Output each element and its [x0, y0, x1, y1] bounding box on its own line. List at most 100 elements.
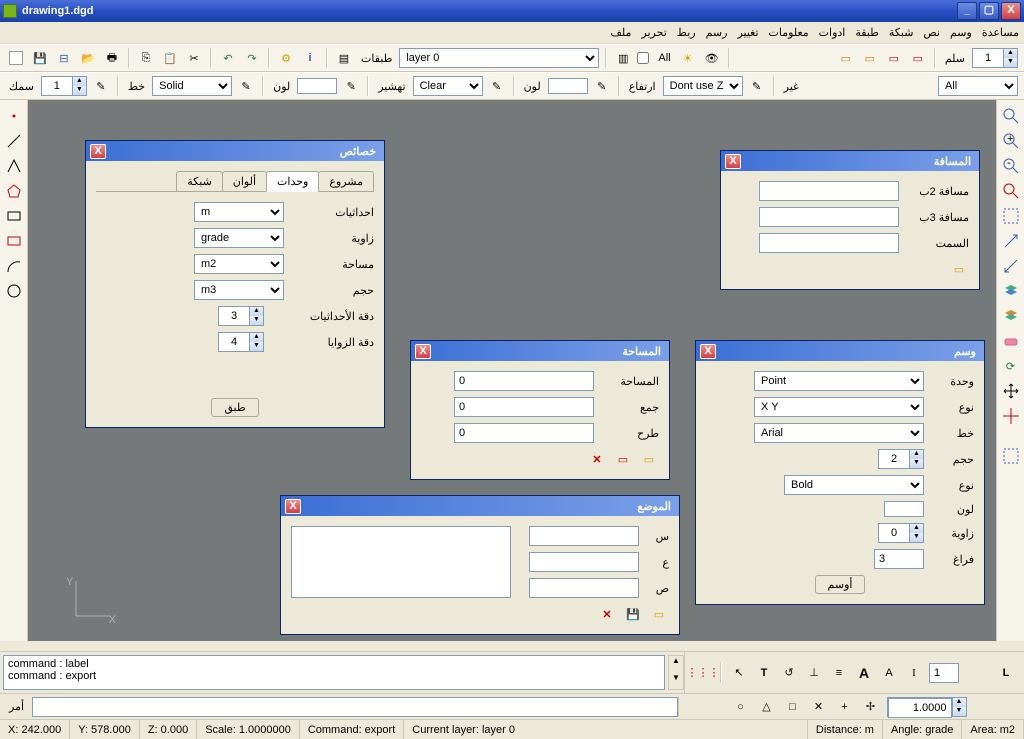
- zoom-window-icon[interactable]: [1001, 206, 1021, 226]
- move-icon[interactable]: [1001, 381, 1021, 401]
- tab-grid[interactable]: شبكة: [176, 171, 223, 191]
- grid-snap-icon[interactable]: ⋮⋮⋮: [693, 663, 713, 683]
- shape-x-icon[interactable]: ✕: [809, 697, 829, 717]
- area-select[interactable]: m2: [194, 254, 284, 274]
- area-close-icon[interactable]: X: [415, 344, 431, 359]
- eraser-icon[interactable]: [1001, 331, 1021, 351]
- log-scrollbar[interactable]: ▲▼: [668, 655, 684, 690]
- z-select[interactable]: Dont use Z: [663, 76, 743, 96]
- unit-select[interactable]: Point: [754, 371, 924, 391]
- zoom-all-icon[interactable]: [1001, 181, 1021, 201]
- pan-down-icon[interactable]: [1001, 256, 1021, 276]
- prec-angle-spinner[interactable]: ▲▼: [218, 332, 264, 352]
- layer-select[interactable]: layer 0: [399, 48, 599, 68]
- slm-spinner[interactable]: ▲▼: [972, 48, 1018, 68]
- redo-icon[interactable]: ↷: [242, 48, 262, 68]
- polygon-tool-icon[interactable]: [4, 181, 24, 201]
- azimuth-field[interactable]: [759, 233, 899, 253]
- paste-icon[interactable]: 📋: [160, 48, 180, 68]
- dim-icon-4[interactable]: ▭: [908, 48, 928, 68]
- pen-icon-1[interactable]: ✎: [91, 76, 111, 96]
- menu-tools[interactable]: ادوات: [819, 26, 846, 39]
- sub-field[interactable]: [454, 423, 594, 443]
- copy-icon[interactable]: ⎘: [136, 48, 156, 68]
- linestyle-select[interactable]: Solid: [152, 76, 232, 96]
- circle-tool-icon[interactable]: [4, 281, 24, 301]
- menu-modify[interactable]: تغيير: [737, 26, 758, 39]
- area-tool1-icon[interactable]: ▭: [639, 449, 659, 469]
- pos-delete-icon[interactable]: ✕: [597, 604, 617, 624]
- snap-ortho-icon[interactable]: ⊥: [804, 663, 824, 683]
- hatch-select[interactable]: Clear: [413, 76, 483, 96]
- space-field[interactable]: [874, 549, 924, 569]
- shape-cross2-icon[interactable]: ✢: [861, 697, 881, 717]
- snap-lines-icon[interactable]: ≡: [829, 663, 849, 683]
- menu-file[interactable]: ملف: [610, 26, 631, 39]
- maximize-button[interactable]: ▢: [979, 2, 999, 20]
- dim-icon-2[interactable]: ▭: [860, 48, 880, 68]
- d2-field[interactable]: [759, 181, 899, 201]
- tab-units[interactable]: وحدات: [266, 171, 319, 192]
- menu-grid[interactable]: شبكة: [889, 26, 914, 39]
- position-close-icon[interactable]: X: [285, 499, 301, 514]
- save-all-icon[interactable]: ⊟: [54, 48, 74, 68]
- layers-icon[interactable]: ▤: [334, 48, 354, 68]
- type2-select[interactable]: Bold: [784, 475, 924, 495]
- select-window-icon[interactable]: [1001, 446, 1021, 466]
- menu-help[interactable]: مساعدة: [982, 26, 1019, 39]
- menu-label[interactable]: وسم: [950, 26, 972, 39]
- label-close-icon[interactable]: X: [700, 344, 716, 359]
- snap-arrow-icon[interactable]: ↖: [729, 663, 749, 683]
- rect2-tool-icon[interactable]: [4, 231, 24, 251]
- line-tool-icon[interactable]: [4, 131, 24, 151]
- zoom-icon[interactable]: [1001, 106, 1021, 126]
- snap-ibeam-icon[interactable]: I: [904, 663, 924, 683]
- snap-rotate-icon[interactable]: ↺: [779, 663, 799, 683]
- point-tool-icon[interactable]: [4, 106, 24, 126]
- layer-stack-icon[interactable]: [1001, 281, 1021, 301]
- command-input[interactable]: [32, 697, 678, 717]
- position-list[interactable]: [291, 526, 511, 598]
- dim-icon-3[interactable]: ▭: [884, 48, 904, 68]
- langle-spinner[interactable]: ▲▼: [878, 523, 924, 543]
- shape-circle-icon[interactable]: ○: [731, 697, 751, 717]
- rect-tool-icon[interactable]: [4, 206, 24, 226]
- x-field[interactable]: [529, 526, 639, 546]
- label-color-swatch[interactable]: [884, 501, 924, 517]
- pan-up-icon[interactable]: [1001, 231, 1021, 251]
- info-icon[interactable]: i: [300, 48, 320, 68]
- type1-select[interactable]: X Y: [754, 397, 924, 417]
- layer-stack-2-icon[interactable]: [1001, 306, 1021, 326]
- cut-icon[interactable]: ✂: [184, 48, 204, 68]
- scale-spinner[interactable]: ▲▼: [887, 697, 967, 717]
- shape-triangle-icon[interactable]: △: [757, 697, 777, 717]
- snap-big-a-icon[interactable]: A: [854, 663, 874, 683]
- dim-icon-1[interactable]: ▭: [836, 48, 856, 68]
- angle-tool-icon[interactable]: [4, 156, 24, 176]
- menu-link[interactable]: ربط: [677, 26, 696, 39]
- all-checkbox[interactable]: [637, 52, 649, 64]
- angle-select[interactable]: grade: [194, 228, 284, 248]
- pos-tool1-icon[interactable]: ▭: [649, 604, 669, 624]
- label-button[interactable]: أوسم: [815, 575, 866, 594]
- area-tool2-icon[interactable]: ▭: [613, 449, 633, 469]
- smk-spinner[interactable]: ▲▼: [41, 76, 87, 96]
- arc-tool-icon[interactable]: [4, 256, 24, 276]
- zoom-out-icon[interactable]: -: [1001, 156, 1021, 176]
- pen-icon-4[interactable]: ✎: [487, 76, 507, 96]
- menu-layer[interactable]: طبقة: [855, 26, 879, 39]
- volume-select[interactable]: m3: [194, 280, 284, 300]
- coords-select[interactable]: m: [194, 202, 284, 222]
- pen-icon-6[interactable]: ✎: [747, 76, 767, 96]
- color-swatch-1[interactable]: [297, 78, 337, 94]
- crosshair-icon[interactable]: [1001, 406, 1021, 426]
- font-select[interactable]: Arial: [754, 423, 924, 443]
- menu-edit[interactable]: تحرير: [641, 26, 666, 39]
- d3-field[interactable]: [759, 207, 899, 227]
- shape-plus-icon[interactable]: +: [835, 697, 855, 717]
- shape-square-icon[interactable]: □: [783, 697, 803, 717]
- snap-l-icon[interactable]: L: [996, 663, 1016, 683]
- snap-small-a-icon[interactable]: A: [879, 663, 899, 683]
- pen-icon-3[interactable]: ✎: [341, 76, 361, 96]
- z-field[interactable]: [529, 578, 639, 598]
